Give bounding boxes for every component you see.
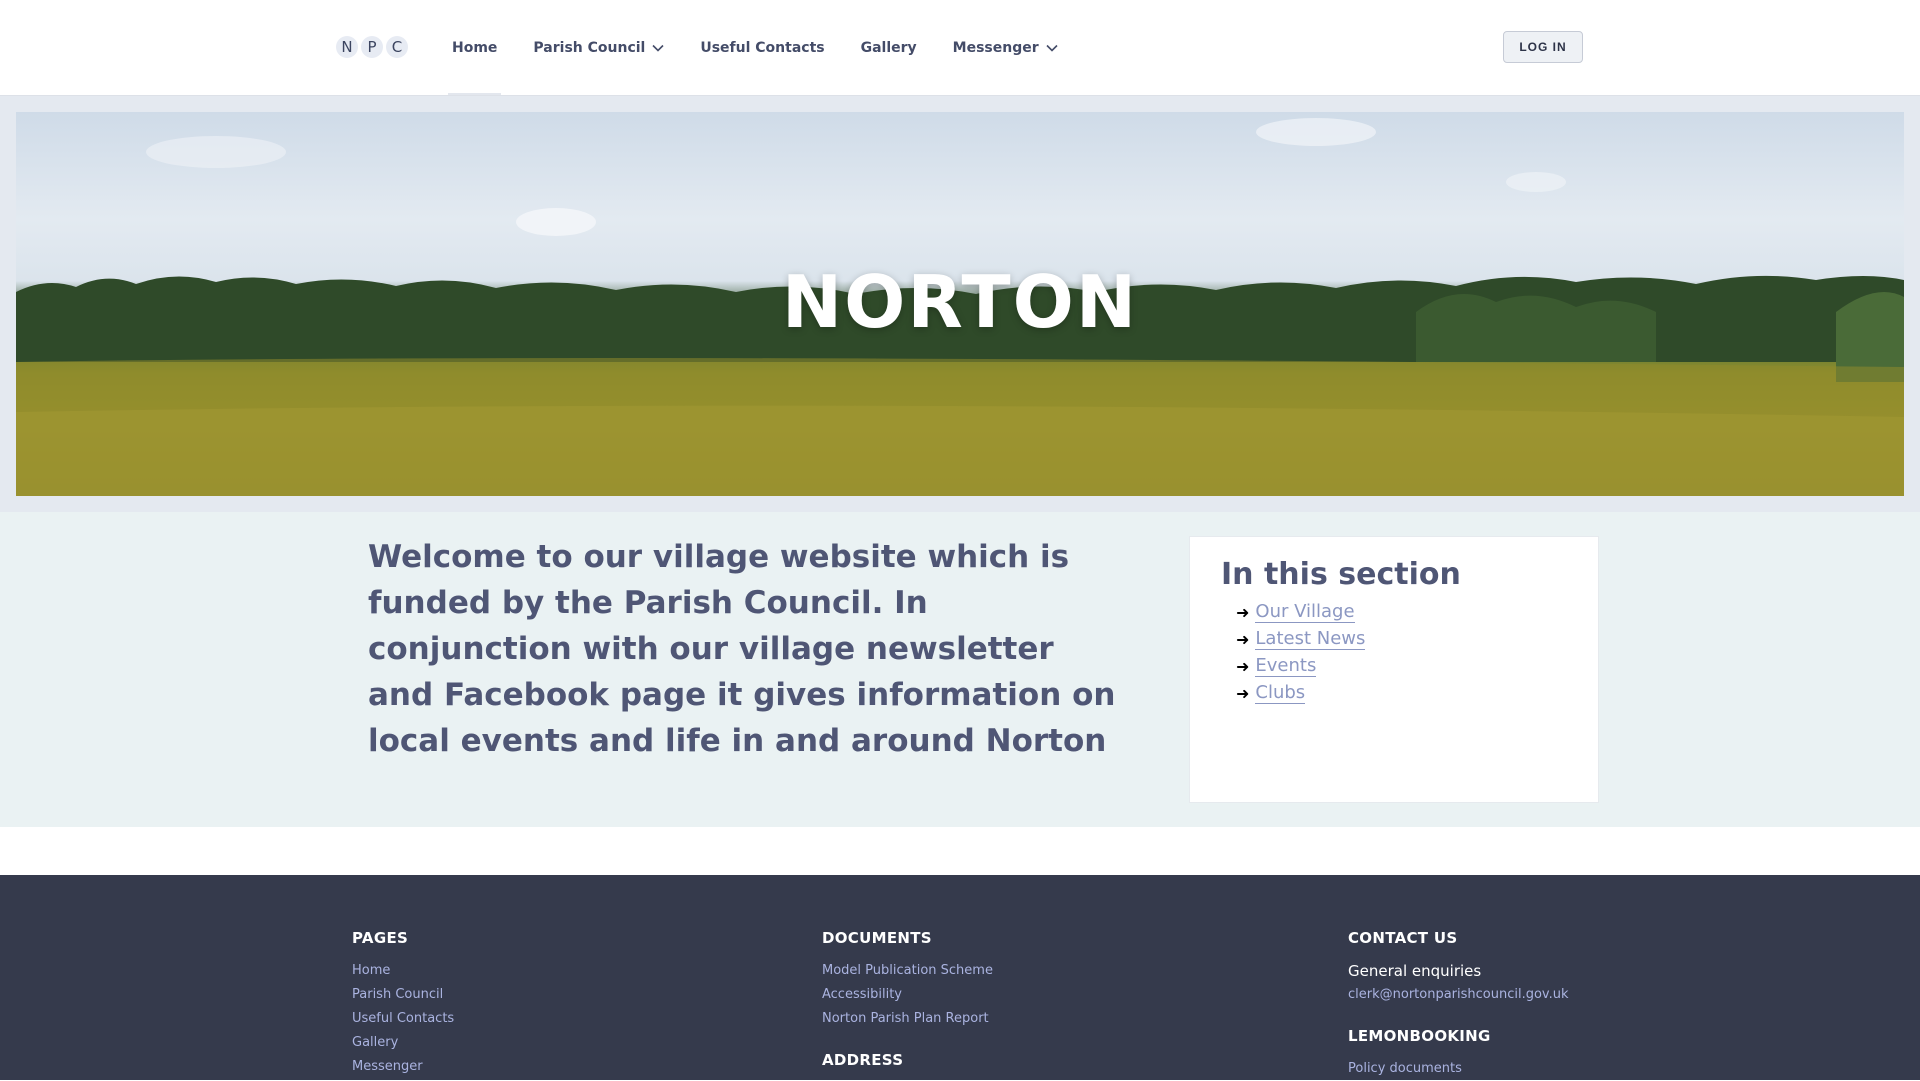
hero-section: NORTON [0, 96, 1920, 512]
list-item: ➜ Clubs [1236, 680, 1365, 707]
link-latest-news[interactable]: Latest News [1255, 629, 1366, 650]
footer-contact-column: CONTACT US General enquiries clerk@norto… [1348, 929, 1569, 1081]
link-clubs[interactable]: Clubs [1255, 683, 1306, 704]
footer-email-link[interactable]: clerk@nortonparishcouncil.gov.uk [1348, 983, 1569, 1007]
footer-documents-heading: DOCUMENTS [822, 929, 932, 947]
link-our-village[interactable]: Our Village [1255, 602, 1355, 623]
section-links: ➜ Our Village ➜ Latest News ➜ Events ➜ C… [1236, 599, 1366, 707]
footer-link-accessibility[interactable]: Accessibility [822, 983, 993, 1007]
main-nav: Home Parish Council Useful Contacts Gall… [447, 0, 1094, 95]
site-footer: PAGES Home Parish Council Useful Contact… [0, 875, 1920, 1080]
footer-link-parish-council[interactable]: Parish Council [352, 983, 454, 1007]
hero-title: NORTON [781, 260, 1139, 344]
logo-letter-c: C [386, 36, 408, 58]
nav-useful-contacts-label: Useful Contacts [700, 39, 825, 56]
site-header: N P C Home Parish Council Useful Contact… [0, 0, 1920, 96]
list-item: ➜ Latest News [1236, 626, 1366, 653]
footer-link-model-publication-scheme[interactable]: Model Publication Scheme [822, 959, 993, 983]
list-item: ➜ Our Village [1236, 599, 1365, 626]
nav-home[interactable]: Home [447, 0, 502, 95]
footer-lemonbooking-heading: LEMONBOOKING [1348, 1027, 1491, 1045]
in-this-section-panel: In this section ➜ Our Village ➜ Latest N… [1189, 536, 1599, 803]
link-events[interactable]: Events [1255, 656, 1317, 677]
footer-link-policy-documents[interactable]: Policy documents [1348, 1057, 1569, 1081]
section-title: In this section [1221, 557, 1461, 592]
footer-pages-heading: PAGES [352, 929, 409, 947]
arrow-right-icon: ➜ [1236, 630, 1250, 649]
logo-letter-n: N [336, 36, 358, 58]
footer-documents-column: DOCUMENTS Model Publication Scheme Acces… [822, 929, 993, 1081]
footer-link-useful-contacts[interactable]: Useful Contacts [352, 1007, 454, 1031]
footer-pages-column: PAGES Home Parish Council Useful Contact… [352, 929, 454, 1079]
nav-parish-council[interactable]: Parish Council [533, 0, 664, 95]
arrow-right-icon: ➜ [1236, 684, 1250, 703]
hero-banner-image: NORTON [16, 112, 1904, 496]
footer-general-enquiries: General enquiries [1348, 962, 1482, 980]
nav-gallery[interactable]: Gallery [861, 0, 917, 95]
login-button[interactable]: LOG IN [1503, 31, 1583, 63]
footer-address-heading: ADDRESS [822, 1051, 904, 1069]
nav-useful-contacts[interactable]: Useful Contacts [700, 0, 824, 95]
list-item: ➜ Events [1236, 653, 1365, 680]
footer-link-home[interactable]: Home [352, 959, 454, 983]
nav-parish-council-label: Parish Council [533, 39, 646, 56]
arrow-right-icon: ➜ [1236, 603, 1250, 622]
nav-messenger[interactable]: Messenger [953, 0, 1058, 95]
main-content: Welcome to our village website which is … [0, 512, 1920, 827]
footer-link-parish-plan-report[interactable]: Norton Parish Plan Report [822, 1007, 993, 1031]
logo-letter-p: P [361, 36, 383, 58]
nav-gallery-label: Gallery [860, 39, 917, 56]
arrow-right-icon: ➜ [1236, 657, 1250, 676]
footer-link-gallery[interactable]: Gallery [352, 1031, 454, 1055]
nav-messenger-label: Messenger [952, 39, 1039, 56]
chevron-down-icon [652, 40, 664, 56]
nav-home-label: Home [452, 39, 498, 56]
footer-link-messenger[interactable]: Messenger [352, 1055, 454, 1079]
site-logo[interactable]: N P C [336, 36, 408, 58]
chevron-down-icon [1046, 40, 1058, 56]
footer-contact-heading: CONTACT US [1348, 929, 1458, 947]
welcome-text: Welcome to our village website which is … [368, 539, 1116, 759]
